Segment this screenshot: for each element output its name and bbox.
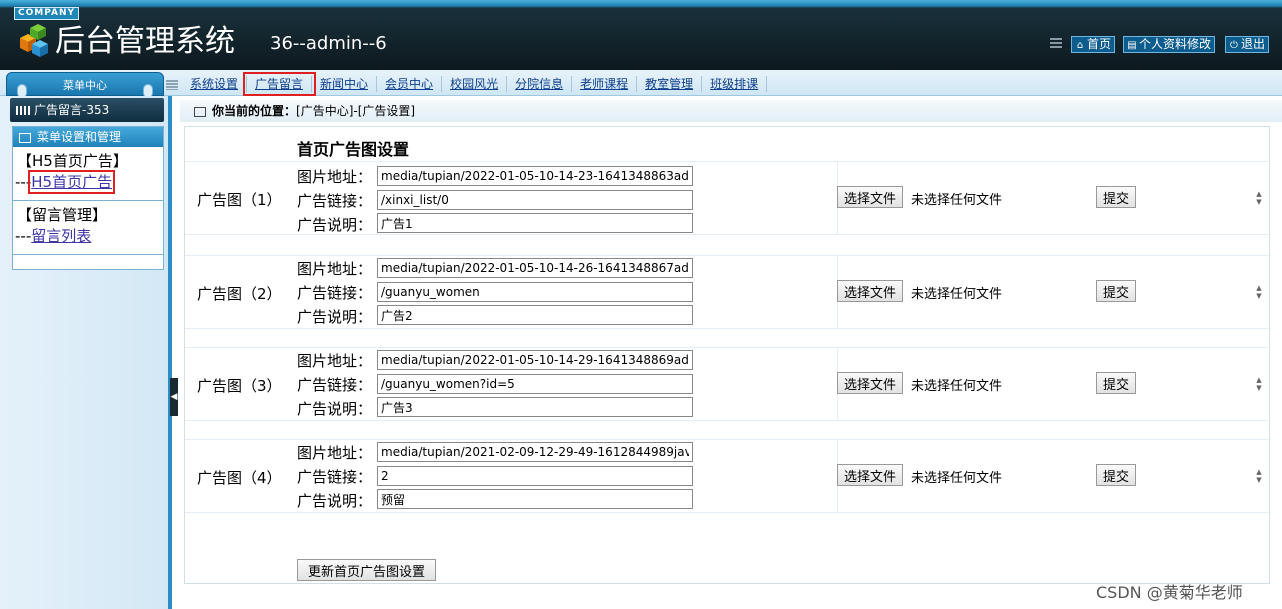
spinner-icon[interactable]: ▲ ▼ xyxy=(1255,190,1263,208)
image-url-label: 图片地址： xyxy=(297,352,373,370)
choose-file-button[interactable]: 选择文件 xyxy=(837,280,904,302)
grid-icon xyxy=(16,106,30,115)
ad-row: 广告图（3） 图片地址： 广告链接： 广告说明： 选择文件 未选择任何文件 提交… xyxy=(185,347,1271,421)
top-nav: 系统设置 广告留言 新闻中心 会员中心 校园风光 分院信息 老师课程 教室管理 班级排课 xyxy=(166,72,768,96)
logout-button[interactable]: ⏻ 退出 xyxy=(1225,36,1270,53)
sidebar-group-messages: 【留言管理】 xyxy=(17,206,108,224)
sidebar-link-h5-ads[interactable]: H5首页广告 xyxy=(28,170,116,194)
menu-center-header: 菜单中心 xyxy=(6,72,164,98)
image-url-input[interactable] xyxy=(377,442,693,462)
description-label: 广告说明： xyxy=(297,400,373,418)
link-input[interactable] xyxy=(377,282,693,302)
description-label: 广告说明： xyxy=(297,216,373,234)
choose-file-button[interactable]: 选择文件 xyxy=(837,464,904,486)
company-label: COMPANY xyxy=(14,7,79,20)
grip-icon xyxy=(1050,38,1062,50)
nav-class-schedule[interactable]: 班级排课 xyxy=(702,76,768,92)
description-input[interactable] xyxy=(377,213,693,233)
sidebar-group-h5-ads: 【H5首页广告】 xyxy=(17,152,128,170)
link-input[interactable] xyxy=(377,466,693,486)
image-url-label: 图片地址： xyxy=(297,168,373,186)
page-title: 首页广告图设置 xyxy=(297,140,410,159)
update-settings-button[interactable]: 更新首页广告图设置 xyxy=(297,559,437,581)
ad-row: 广告图（1） 图片地址： 广告链接： 广告说明： 选择文件 未选择任何文件 提交… xyxy=(185,161,1271,235)
image-url-input[interactable] xyxy=(377,166,693,186)
ad-name: 广告图（3） xyxy=(197,377,282,395)
nav-member-center[interactable]: 会员中心 xyxy=(377,76,443,92)
window-icon xyxy=(194,106,206,117)
ad-row: 广告图（4） 图片地址： 广告链接： 广告说明： 选择文件 未选择任何文件 提交… xyxy=(185,439,1271,513)
description-label: 广告说明： xyxy=(297,308,373,326)
description-input[interactable] xyxy=(377,397,693,417)
ad-name: 广告图（1） xyxy=(197,191,282,209)
sidebar-item-h5-ads: ---H5首页广告 xyxy=(15,170,116,194)
ad-name: 广告图（2） xyxy=(197,285,282,303)
breadcrumb: 你当前的位置：[广告中心]-[广告设置] xyxy=(180,100,1282,122)
file-status: 未选择任何文件 xyxy=(911,471,1003,486)
image-url-label: 图片地址： xyxy=(297,260,373,278)
spinner-icon[interactable]: ▲ ▼ xyxy=(1255,468,1263,486)
image-url-input[interactable] xyxy=(377,350,693,370)
choose-file-button[interactable]: 选择文件 xyxy=(837,186,904,208)
profile-edit-button[interactable]: ▤ 个人资料修改 xyxy=(1123,36,1216,53)
link-label: 广告链接： xyxy=(297,376,373,394)
ad-name: 广告图（4） xyxy=(197,469,282,487)
file-status: 未选择任何文件 xyxy=(911,193,1003,208)
power-icon: ⏻ xyxy=(1230,40,1238,51)
image-url-label: 图片地址： xyxy=(297,444,373,462)
link-label: 广告链接： xyxy=(297,284,373,302)
link-input[interactable] xyxy=(377,374,693,394)
choose-file-button[interactable]: 选择文件 xyxy=(837,372,904,394)
ad-row: 广告图（2） 图片地址： 广告链接： 广告说明： 选择文件 未选择任何文件 提交… xyxy=(185,255,1271,329)
submit-button[interactable]: 提交 xyxy=(1096,280,1137,302)
nav-teacher-courses[interactable]: 老师课程 xyxy=(572,76,638,92)
spinner-icon[interactable]: ▲ ▼ xyxy=(1255,376,1263,394)
sidebar-link-message-list[interactable]: 留言列表 xyxy=(31,227,91,245)
header-bar: COMPANY 后台管理系统 36--admin--6 ⌂ 首页 ▤ 个人资料修改 … xyxy=(0,0,1282,70)
nav-campus-scenery[interactable]: 校园风光 xyxy=(442,76,508,92)
sidebar-current-section: 广告留言-353 xyxy=(10,98,164,122)
current-user: 36--admin--6 xyxy=(270,33,387,54)
link-label: 广告链接： xyxy=(297,192,373,210)
sidebar-box-header: 菜单设置和管理 xyxy=(13,127,163,147)
file-status: 未选择任何文件 xyxy=(911,287,1003,302)
home-icon: ⌂ xyxy=(1076,40,1084,51)
nav-branch-info[interactable]: 分院信息 xyxy=(507,76,573,92)
image-url-input[interactable] xyxy=(377,258,693,278)
app-title: 后台管理系统 xyxy=(55,24,235,59)
link-label: 广告链接： xyxy=(297,468,373,486)
list-icon xyxy=(166,79,178,90)
description-input[interactable] xyxy=(377,489,693,509)
submit-button[interactable]: 提交 xyxy=(1096,464,1137,486)
window-icon xyxy=(19,132,31,143)
sidebar-menu-box: 菜单设置和管理 【H5首页广告】 ---H5首页广告 【留言管理】 ---留言列… xyxy=(12,126,164,270)
sidebar-item-message-list: ---留言列表 xyxy=(15,227,92,245)
profile-icon: ▤ xyxy=(1127,40,1137,51)
watermark: CSDN @黄菊华老师 xyxy=(1096,583,1243,602)
link-input[interactable] xyxy=(377,190,693,210)
file-status: 未选择任何文件 xyxy=(911,379,1003,394)
sidebar-collapse-handle[interactable]: ◀ xyxy=(170,378,178,416)
main-content: 首页广告图设置 广告图（1） 图片地址： 广告链接： 广告说明： 选择文件 未选… xyxy=(184,126,1271,584)
divider xyxy=(13,254,163,255)
home-button[interactable]: ⌂ 首页 xyxy=(1071,36,1116,53)
submit-button[interactable]: 提交 xyxy=(1096,186,1137,208)
spinner-icon[interactable]: ▲ ▼ xyxy=(1255,284,1263,302)
nav-classroom-management[interactable]: 教室管理 xyxy=(637,76,703,92)
nav-news-center[interactable]: 新闻中心 xyxy=(312,76,378,92)
submit-button[interactable]: 提交 xyxy=(1096,372,1137,394)
nav-ads-messages[interactable]: 广告留言 xyxy=(243,72,317,96)
nav-system-settings[interactable]: 系统设置 xyxy=(182,76,248,92)
logo-cubes-icon xyxy=(20,24,48,57)
description-label: 广告说明： xyxy=(297,492,373,510)
description-input[interactable] xyxy=(377,305,693,325)
